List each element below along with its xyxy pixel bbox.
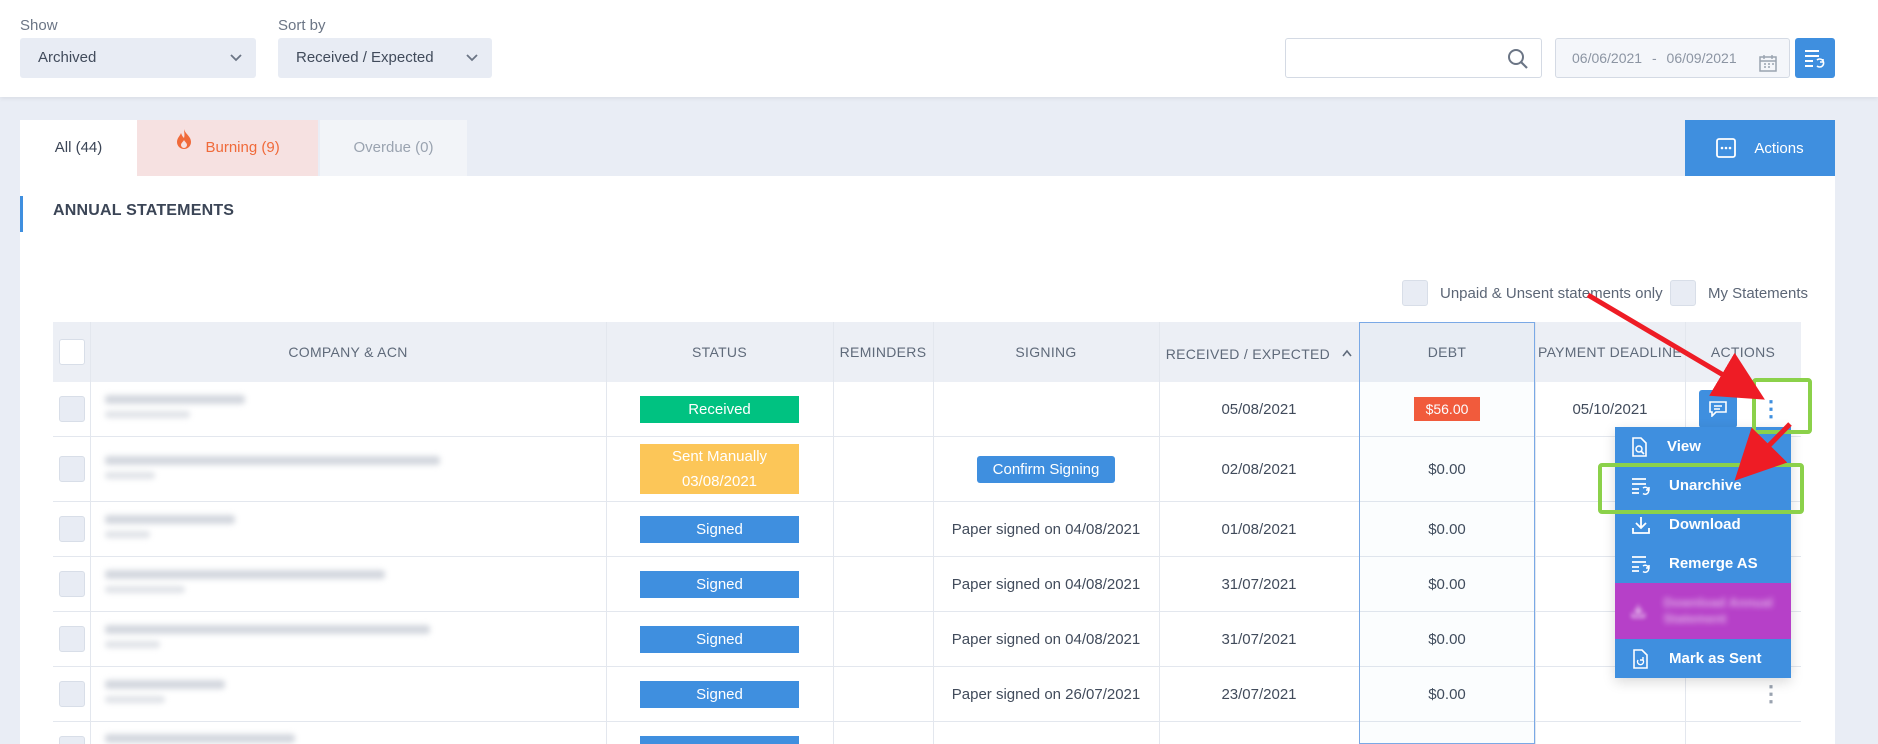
annotation-arrows [1586,292,1792,481]
arrow-to-kebab [1586,292,1765,400]
arrow-to-unarchive [1734,422,1792,481]
